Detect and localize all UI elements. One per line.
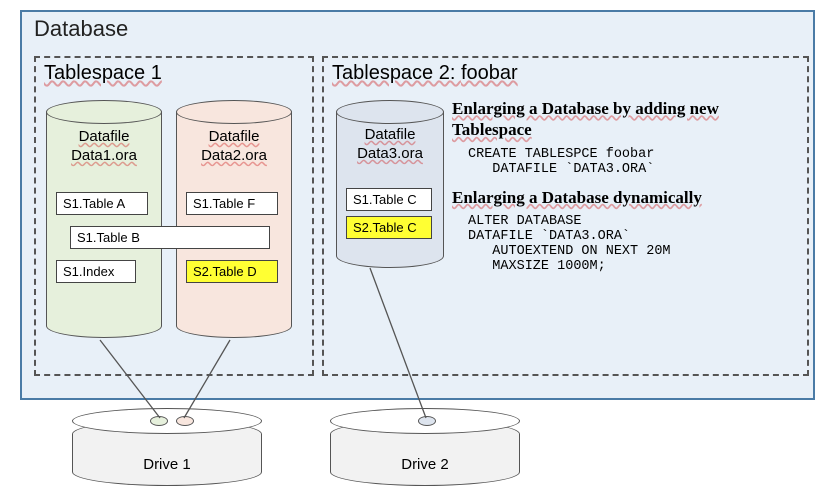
drive-2-label: Drive 2 bbox=[330, 456, 520, 473]
heading-add-tablespace: Enlarging a Database by adding new Table… bbox=[452, 98, 802, 141]
table-s1-a: S1.Table A bbox=[56, 192, 148, 215]
drive-1-slot-1 bbox=[150, 416, 168, 426]
datafile-1: Datafile Data1.ora bbox=[46, 100, 162, 340]
table-s2-d: S2.Table D bbox=[186, 260, 278, 283]
tablespace-1-title: Tablespace 1 bbox=[36, 58, 312, 89]
code-create-tablespace: CREATE TABLESPCE foobar DATAFILE `DATA3.… bbox=[468, 147, 802, 177]
tablespace-2-title: Tablespace 2: foobar bbox=[324, 58, 807, 89]
drive-2: Drive 2 bbox=[330, 408, 520, 488]
table-s1-c: S1.Table C bbox=[346, 188, 432, 211]
tablespace-1: Tablespace 1 Datafile Data1.ora Datafile… bbox=[34, 56, 314, 376]
table-s2-c: S2.Table C bbox=[346, 216, 432, 239]
database-title: Database bbox=[22, 12, 813, 46]
table-s1-f: S1.Table F bbox=[186, 192, 278, 215]
datafile-2: Datafile Data2.ora bbox=[176, 100, 292, 340]
heading-dynamic: Enlarging a Database dynamically bbox=[452, 187, 802, 208]
datafile-3-label: Datafile Data3.ora bbox=[336, 126, 444, 164]
drive-1-label: Drive 1 bbox=[72, 456, 262, 473]
tablespace-2-text: Enlarging a Database by adding new Table… bbox=[452, 98, 802, 284]
datafile-2-label: Datafile Data2.ora bbox=[176, 128, 292, 166]
datafile-1-label: Datafile Data1.ora bbox=[46, 128, 162, 166]
drive-1-slot-2 bbox=[176, 416, 194, 426]
database-container: Database Tablespace 1 Datafile Data1.ora… bbox=[20, 10, 815, 400]
table-s1-b: S1.Table B bbox=[70, 226, 270, 249]
drive-2-slot-1 bbox=[418, 416, 436, 426]
table-s1-index: S1.Index bbox=[56, 260, 136, 283]
tablespace-2: Tablespace 2: foobar Datafile Data3.ora … bbox=[322, 56, 809, 376]
code-alter-database: ALTER DATABASE DATAFILE `DATA3.ORA` AUTO… bbox=[468, 214, 802, 274]
drive-1: Drive 1 bbox=[72, 408, 262, 488]
datafile-3: Datafile Data3.ora bbox=[336, 100, 444, 270]
